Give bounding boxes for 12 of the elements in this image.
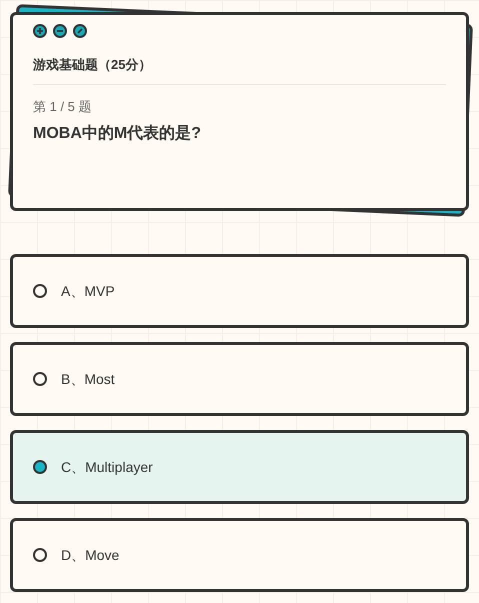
answer-option[interactable]: B、Most xyxy=(10,342,469,416)
radio-icon xyxy=(33,372,47,386)
answer-option[interactable]: D、Move xyxy=(10,518,469,592)
answer-option[interactable]: C、Multiplayer xyxy=(10,430,469,504)
answer-option[interactable]: A、MVP xyxy=(10,254,469,328)
plus-icon[interactable] xyxy=(33,24,47,38)
minus-icon[interactable] xyxy=(53,24,67,38)
radio-icon xyxy=(33,460,47,474)
quiz-title: 游戏基础题（25分） xyxy=(33,55,446,84)
radio-icon xyxy=(33,548,47,562)
question-text: MOBA中的M代表的是? xyxy=(33,124,202,144)
radio-icon xyxy=(33,284,47,298)
